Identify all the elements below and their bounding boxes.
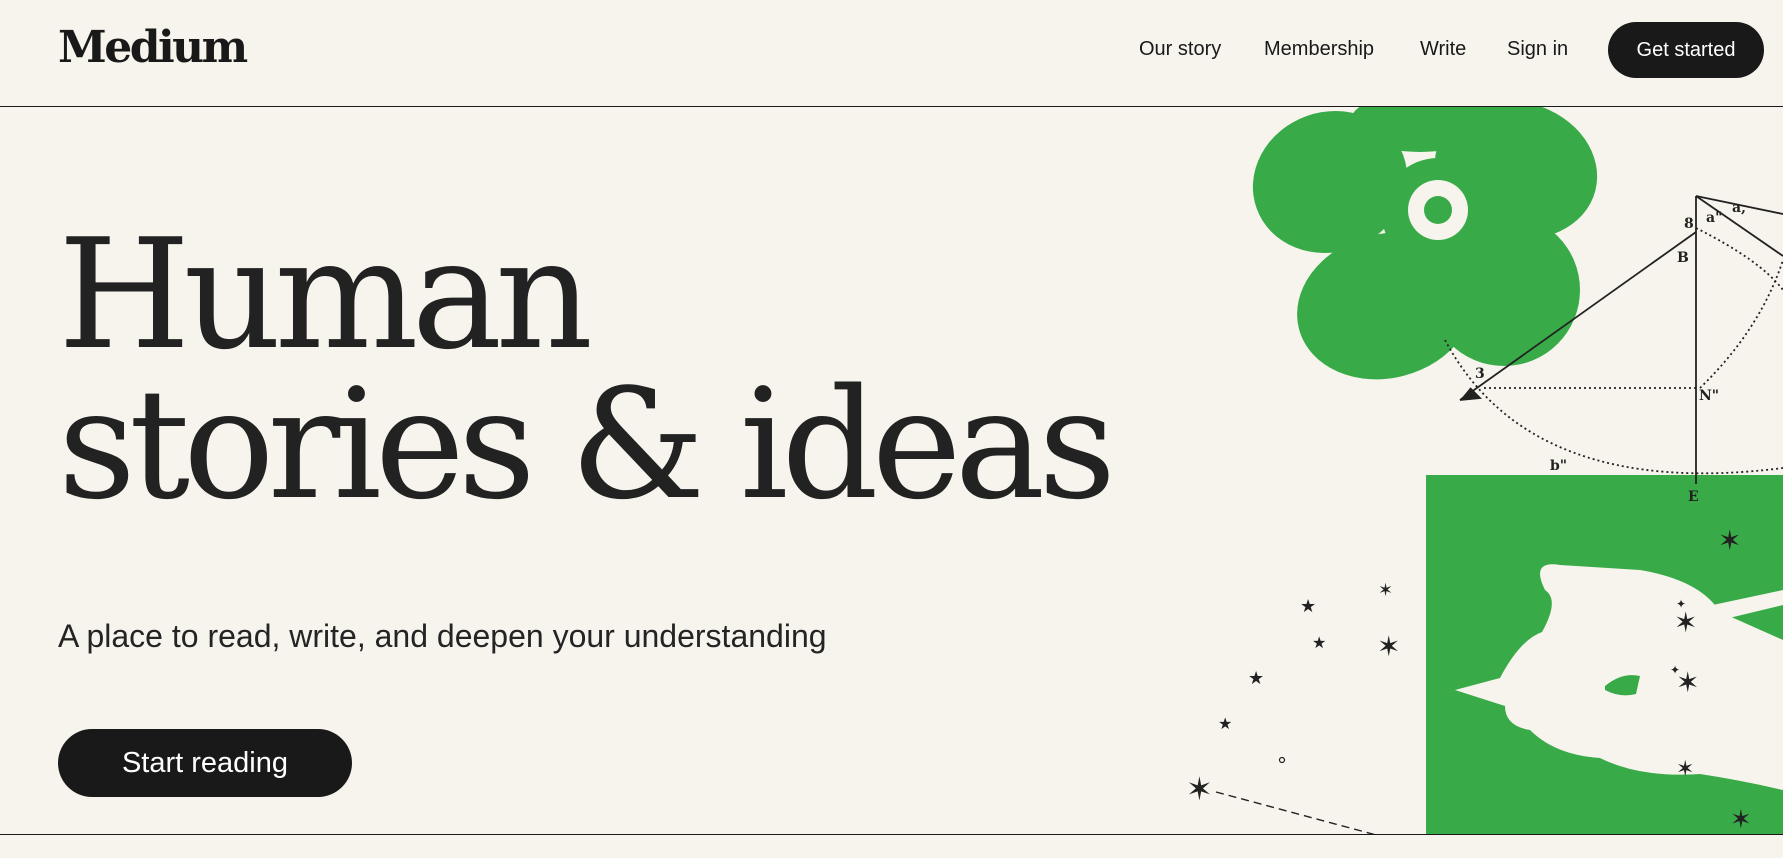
bottom-divider [0, 834, 1783, 835]
svg-text:✶: ✶ [1718, 524, 1741, 557]
svg-text:✦: ✦ [1676, 597, 1686, 611]
nav-link-write[interactable]: Write [1420, 38, 1466, 61]
svg-text:✦: ✦ [1670, 663, 1680, 677]
svg-text:✶: ✶ [1378, 580, 1393, 601]
hero-title-line-2: stories & ideas [58, 356, 1116, 533]
diagram-label-a1: a, [1732, 200, 1746, 216]
top-navigation-bar: Medium Our story Membership Write Sign i… [0, 0, 1783, 107]
nav-link-sign-in[interactable]: Sign in [1507, 38, 1568, 61]
get-started-button[interactable]: Get started [1608, 22, 1764, 78]
diagram-label-n: N" [1699, 388, 1719, 404]
nav-link-our-story[interactable]: Our story [1139, 38, 1221, 61]
svg-text:★: ★ [1300, 596, 1316, 617]
svg-text:★: ★ [1312, 633, 1326, 652]
dashed-trail [1215, 791, 1376, 834]
medium-logo[interactable]: Medium [58, 22, 248, 73]
nav-link-membership[interactable]: Membership [1264, 38, 1374, 61]
hero-illustration: B E N" b" 3 8 a, a" ★ ✶ ★ ✶ ★ ★ ✶ ✶ ✶ ✶ … [1186, 107, 1783, 834]
svg-text:★: ★ [1218, 714, 1232, 733]
svg-text:★: ★ [1248, 668, 1264, 689]
svg-text:✶: ✶ [1186, 770, 1213, 808]
hero-title-line-1: Human [58, 206, 593, 383]
start-reading-button[interactable]: Start reading [58, 729, 352, 797]
diagram-label-b: B [1677, 250, 1689, 266]
diagram-label-eight: 8 [1684, 216, 1694, 232]
diagram-label-a2: a" [1706, 210, 1722, 226]
svg-text:✶: ✶ [1676, 757, 1694, 782]
diagram-label-three: 3 [1475, 366, 1485, 382]
diagram-label-e: E [1688, 489, 1699, 505]
green-flower-icon [1252, 107, 1598, 380]
hero-title: Human stories & ideas [58, 206, 1116, 533]
diagram-label-b-prime: b" [1550, 458, 1567, 474]
svg-text:✶: ✶ [1377, 630, 1400, 663]
svg-text:✶: ✶ [1730, 805, 1752, 834]
small-circle-dot [1278, 756, 1286, 764]
hero-subtitle: A place to read, write, and deepen your … [58, 618, 827, 654]
